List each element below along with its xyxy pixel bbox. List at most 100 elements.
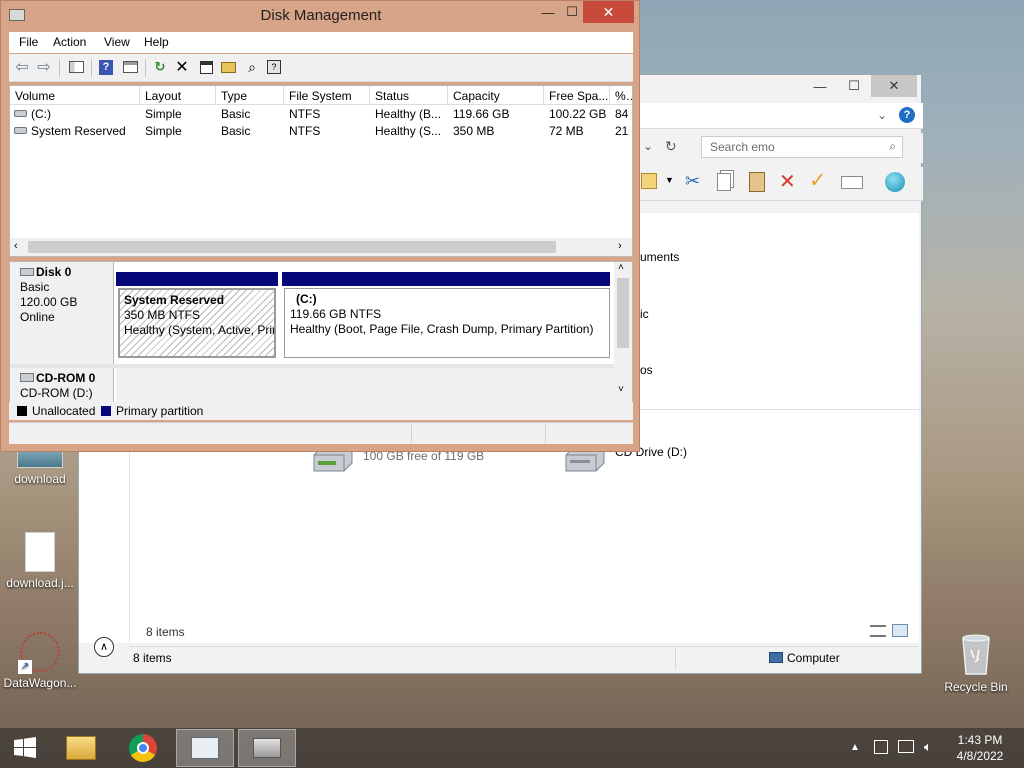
disk-0-label[interactable]: Disk 0 Basic 120.00 GB Online: [10, 262, 114, 364]
partition-name: System Reserved: [124, 293, 225, 307]
delete-icon[interactable]: ✕: [173, 58, 191, 76]
table-row[interactable]: (C:) Simple Basic NTFS Healthy (B... 119…: [10, 106, 632, 123]
column-header-type[interactable]: Type: [216, 86, 284, 105]
toolbar-separator: [59, 59, 60, 77]
scroll-right-icon[interactable]: ›: [618, 240, 622, 252]
scrollbar-thumb[interactable]: [28, 241, 556, 253]
menu-file[interactable]: File: [19, 35, 38, 49]
large-icons-view-icon[interactable]: [892, 624, 908, 637]
partition-c[interactable]: (C:) 119.66 GB NTFS Healthy (Boot, Page …: [284, 288, 610, 358]
copy-icon[interactable]: [717, 173, 731, 191]
partition-system-reserved[interactable]: System Reserved 350 MB NTFS Healthy (Sys…: [118, 288, 276, 358]
search-input[interactable]: Search emo ⌕: [701, 136, 903, 158]
properties-icon[interactable]: [641, 173, 657, 189]
column-header-free-space[interactable]: Free Spa...: [544, 86, 610, 105]
dropdown-arrow-icon[interactable]: ▼: [665, 175, 674, 185]
properties-pane-icon[interactable]: [121, 58, 139, 76]
column-header-percent-free[interactable]: % F: [610, 86, 632, 105]
dm-titlebar[interactable]: Disk Management — ☐ ✕: [1, 1, 639, 31]
nav-item-music[interactable]: ic: [640, 307, 649, 321]
column-header-status[interactable]: Status: [370, 86, 448, 105]
scroll-left-icon[interactable]: ‹: [14, 240, 18, 252]
forward-arrow-icon[interactable]: ⇨: [35, 58, 53, 76]
content-item-count: 8 items: [146, 625, 185, 639]
folder-icon: [66, 736, 96, 760]
menu-action[interactable]: Action: [53, 35, 86, 49]
partition-status: Healthy (System, Active, Prir: [124, 323, 276, 337]
disk-name: Disk 0: [36, 265, 72, 279]
help-topics-icon[interactable]: ?: [265, 58, 283, 76]
search-icon: ⌕: [889, 139, 896, 153]
desktop-icon-recycle-bin[interactable]: Recycle Bin: [936, 632, 1016, 694]
scroll-down-icon[interactable]: ˅: [618, 384, 624, 395]
cdrom-0-label[interactable]: CD-ROM 0 CD-ROM (D:): [10, 368, 114, 402]
properties-icon[interactable]: [197, 58, 215, 76]
collapse-chevron-icon[interactable]: ∧: [94, 637, 114, 657]
column-header-volume[interactable]: Volume: [10, 86, 140, 105]
status-divider: [675, 647, 676, 669]
desktop-icon-datawagon[interactable]: ↗ DataWagon...: [0, 632, 80, 690]
delete-icon[interactable]: ✕: [779, 169, 796, 194]
vertical-scrollbar[interactable]: ˄ ˅: [614, 262, 632, 402]
menu-view[interactable]: View: [104, 35, 130, 49]
volume-muted-icon[interactable]: 🔈︎: [924, 739, 932, 755]
taskbar-app-file-explorer[interactable]: [52, 729, 110, 767]
column-header-capacity[interactable]: Capacity: [448, 86, 544, 105]
legend-label-unallocated: Unallocated: [32, 404, 96, 418]
cdrom-area: [116, 368, 614, 402]
desktop-icon-download-file[interactable]: download.j...: [0, 532, 80, 590]
show-hidden-icons-icon[interactable]: ▲: [850, 742, 860, 753]
nav-item-videos[interactable]: os: [640, 363, 653, 377]
details-view-icon[interactable]: [870, 625, 886, 637]
taskbar-app-performance-monitor[interactable]: [176, 729, 234, 767]
explorer-address-row: ⌄ ↻ Search emo ⌕: [635, 133, 923, 163]
taskbar: ▲ 🔈︎ 1:43 PM 4/8/2022: [0, 728, 1024, 768]
action-center-icon[interactable]: [874, 740, 888, 754]
menu-bar: File Action View Help: [9, 32, 633, 53]
help-icon[interactable]: ?: [97, 58, 115, 76]
menu-help[interactable]: Help: [144, 35, 169, 49]
paste-icon[interactable]: [749, 172, 765, 192]
address-dropdown-icon[interactable]: ⌄: [643, 139, 653, 153]
horizontal-scrollbar[interactable]: ‹ ›: [10, 238, 632, 256]
cd-drive-icon: [20, 373, 34, 382]
volume-list: Volume Layout Type File System Status Ca…: [9, 85, 633, 257]
cell-volume: (C:): [31, 107, 51, 121]
scroll-up-icon[interactable]: ˄: [618, 262, 624, 273]
performance-monitor-icon: [191, 737, 219, 759]
table-row[interactable]: System Reserved Simple Basic NTFS Health…: [10, 123, 632, 140]
cell-layout: Simple: [145, 107, 182, 121]
column-header-file-system[interactable]: File System: [284, 86, 370, 105]
taskbar-app-chrome[interactable]: [114, 729, 172, 767]
partition-size: 350 MB NTFS: [124, 308, 201, 322]
network-icon[interactable]: [898, 740, 914, 753]
refresh-icon[interactable]: ↻: [665, 138, 677, 155]
console-tree-icon[interactable]: [67, 58, 85, 76]
network-globe-icon[interactable]: [885, 172, 905, 192]
find-icon[interactable]: ⌕: [243, 58, 261, 76]
cut-icon[interactable]: ✂: [685, 171, 700, 192]
chevron-down-icon[interactable]: ⌄: [877, 108, 887, 122]
disk-graphical-view: Disk 0 Basic 120.00 GB Online System Res…: [9, 261, 633, 403]
start-button[interactable]: [0, 729, 50, 767]
disk-icon: [20, 268, 34, 276]
checkmark-icon[interactable]: ✓: [809, 168, 827, 193]
cell-type: Basic: [221, 107, 251, 121]
disk-management-window[interactable]: Disk Management — ☐ ✕ File Action View H…: [0, 0, 640, 452]
maximize-button[interactable]: ☐: [837, 75, 871, 97]
minimize-button[interactable]: —: [803, 75, 837, 97]
column-header-layout[interactable]: Layout: [140, 86, 216, 105]
rename-icon[interactable]: [841, 176, 863, 189]
nav-item-documents[interactable]: uments: [640, 250, 679, 264]
help-icon[interactable]: ?: [899, 107, 915, 123]
cell-file-system: NTFS: [289, 124, 321, 138]
open-folder-icon[interactable]: [219, 58, 237, 76]
cell-free-space: 72 MB: [549, 124, 584, 138]
taskbar-app-disk-management[interactable]: [238, 729, 296, 767]
refresh-icon[interactable]: ↻: [151, 58, 169, 76]
close-button[interactable]: ✕: [871, 75, 917, 97]
back-arrow-icon[interactable]: ⇦: [13, 58, 31, 76]
scrollbar-thumb[interactable]: [617, 278, 629, 348]
taskbar-clock[interactable]: 1:43 PM 4/8/2022: [948, 732, 1012, 764]
close-button[interactable]: ✕: [583, 1, 634, 23]
